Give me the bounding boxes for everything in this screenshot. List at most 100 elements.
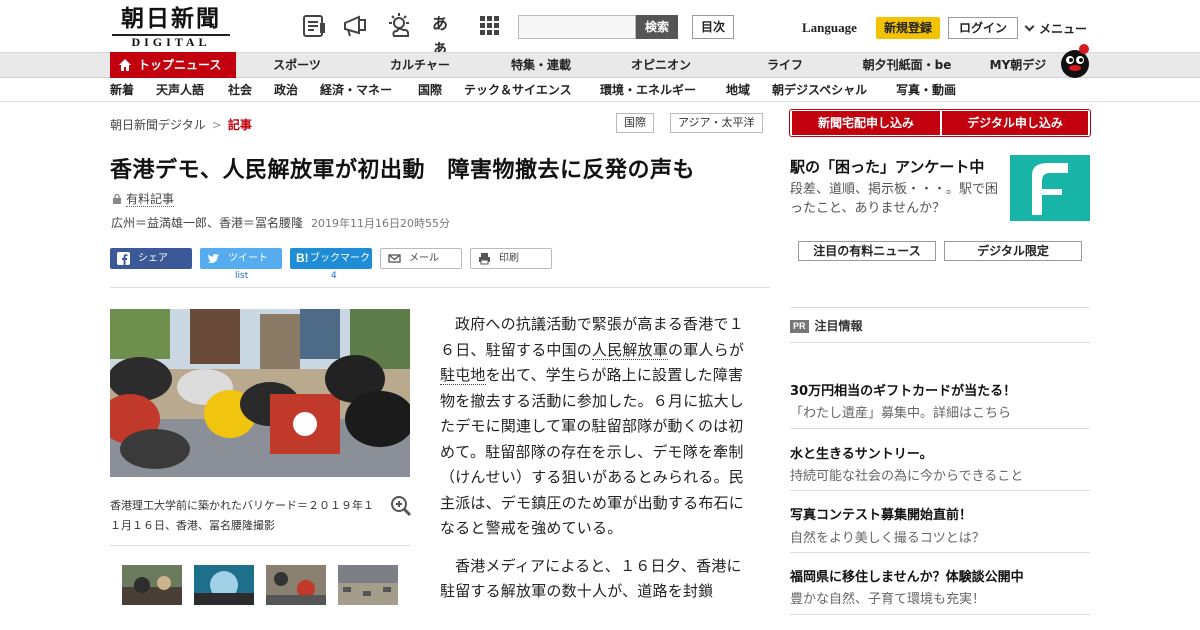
hatena-bookmark-button[interactable]: B! ブックマーク [290,248,372,269]
nav2-item-economy[interactable]: 経済・マネー [320,78,392,102]
promo-subtitle[interactable]: 豊かな自然、子育て環境も充実！ [790,588,985,607]
nav2-item-tenseijingo[interactable]: 天声人語 [156,78,204,102]
grid-icon[interactable] [476,12,504,40]
photo-thumbnail[interactable] [338,565,398,605]
primary-nav: トップニュース スポーツ カルチャー 特集・連載 オピニオン ライフ 朝夕刊紙面… [0,52,1200,79]
nav-top-news-label: トップニュース [138,58,222,72]
print-button[interactable]: 印刷 [470,248,552,269]
article-paragraph: 政府への抗議活動で緊張が高まる香港で１６日、駐留する中国の人民解放軍の軍人らが駐… [440,312,750,542]
nav2-item-society[interactable]: 社会 [228,78,252,102]
article-date: 2019年11月16日20時55分 [311,217,450,230]
zoom-icon[interactable] [390,495,412,517]
facebook-share-button[interactable]: シェア [110,248,192,269]
promo-title[interactable]: 写真コンテスト募集開始直前！ [790,504,972,523]
search-input[interactable] [518,15,636,39]
photo-caption: 香港理工大学前に築かれたバリケード＝２０１９年１１月１６日、香港、冨名腰隆撮影 [110,499,374,532]
sidebar-divider [790,307,1090,308]
digital-signup-button[interactable]: デジタル申し込み [942,111,1088,135]
promo-title[interactable]: 福岡県に移住しませんか？体験談公開中 [790,566,1024,585]
breadcrumb-home[interactable]: 朝日新聞デジタル [110,118,206,132]
nav-item-sports[interactable]: スポーツ [260,53,334,78]
nav2-item-politics[interactable]: 政治 [274,78,298,102]
nav2-item-tech[interactable]: テック＆サイエンス [464,78,572,102]
promo-divider [790,428,1090,429]
article-authors: 広州＝益満雄一郎、香港＝冨名腰隆 [111,216,304,230]
thumbnail-image [122,565,182,605]
nav-top-news[interactable]: トップニュース [110,52,236,79]
breadcrumb-current: 記事 [227,118,252,132]
nav-item-culture[interactable]: カルチャー [378,53,462,78]
digital-exclusive-button[interactable]: デジタル限定 [944,241,1082,261]
promo-subtitle[interactable]: 持続可能な社会の為に今からできること [790,465,1023,484]
mail-share-button[interactable]: メール [380,248,462,269]
twitter-count[interactable]: list [235,271,248,281]
hatena-icon: B! [296,251,309,265]
weather-icon[interactable] [386,12,414,40]
barricade-photo [110,309,410,477]
tag-international[interactable]: 国際 [616,113,654,133]
caption-divider [110,545,410,546]
asahi-digital-logo[interactable]: 朝日新聞 DIGITAL [112,5,230,49]
nav-item-features[interactable]: 特集・連載 [500,53,582,78]
menu-button[interactable]: メニュー [1024,20,1088,37]
tag-asia-pacific[interactable]: アジア・太平洋 [670,113,763,133]
nav2-item-photo-video[interactable]: 写真・動画 [896,78,956,102]
promo-title[interactable]: 30万円相当のギフトカードが当たる！ [790,380,1016,399]
secondary-nav: 新着 天声人語 社会 政治 経済・マネー 国際 テック＆サイエンス 環境・エネル… [0,78,1200,102]
article-paragraph: 香港メディアによると、１６日夕、香港に駐留する解放軍の数十人が、道路を封鎖 [440,556,742,601]
logo-subtitle: DIGITAL [112,34,230,49]
nav2-item-international[interactable]: 国際 [418,78,442,102]
nav-item-life[interactable]: ライフ [752,53,818,78]
nav-item-opinion[interactable]: オピニオン [620,53,702,78]
newspaper-icon[interactable] [300,12,328,40]
face-logo-icon [1032,163,1068,215]
nav2-item-special[interactable]: 朝デジスペシャル [772,78,867,102]
paragraph-text: を出て、学生らが路上に設置した障害物を撤去する活動に参加した。６月に拡大したデモ… [440,366,745,537]
logo-title: 朝日新聞 [121,5,221,32]
toc-button[interactable]: 目次 [692,15,734,39]
article-photo[interactable] [110,309,410,477]
search-button[interactable]: 検索 [636,15,678,39]
home-delivery-signup-button[interactable]: 新聞宅配申し込み [792,111,940,135]
nav-item-paper[interactable]: 朝夕刊紙面・be [854,53,960,78]
nav2-item-region[interactable]: 地域 [726,78,750,102]
menu-label: メニュー [1039,22,1088,36]
survey-text[interactable]: 段差、道順、掲示板・・・。駅で困ったこと、ありませんか？ [790,180,1004,218]
mail-icon [388,254,401,263]
thumbnail-image [194,565,254,605]
nav-item-my-asadigi[interactable]: MY朝デジ [982,53,1054,78]
register-button[interactable]: 新規登録 [876,17,940,39]
paragraph-text: の軍人らが [668,340,745,359]
photo-thumbnail[interactable] [122,565,182,605]
article-body: 政府への抗議活動で緊張が高まる香港で１６日、駐留する中国の人民解放軍の軍人らが駐… [440,312,750,617]
promo-title[interactable]: 水と生きるサントリー。 [790,443,933,462]
breadcrumb: 朝日新聞デジタル > 記事 [110,116,252,133]
survey-title[interactable]: 駅の「困った」アンケート中 [790,156,984,177]
promo-subtitle[interactable]: 「わたし遺産」募集中。詳細はこちら [790,402,1011,421]
twitter-share-label: ツイート [228,253,268,264]
pr-badge: PR [790,320,809,333]
chevron-down-icon [1024,21,1035,32]
pr-section-heading: PR 注目情報 [790,317,863,334]
promo-subtitle[interactable]: 自然をより美しく撮るコツとは？ [790,527,985,546]
photo-thumbnail[interactable] [194,565,254,605]
language-link[interactable]: Language [802,20,857,36]
login-button[interactable]: ログイン [948,17,1018,39]
paid-article-label[interactable]: 有料記事 [126,192,175,207]
mail-share-label: メール [409,253,439,264]
featured-paid-news-button[interactable]: 注目の有料ニュース [798,241,936,261]
font-size-icon[interactable]: あぁ [432,12,460,57]
keyword-link-pla[interactable]: 人民解放軍 [592,340,669,360]
share-divider [110,287,770,288]
thumbnail-image [266,565,326,605]
print-icon [479,253,490,265]
keyword-link-garrison[interactable]: 駐屯地 [440,366,486,385]
home-icon [119,59,131,71]
nav2-item-latest[interactable]: 新着 [110,78,134,102]
hatena-count[interactable]: 4 [331,271,337,281]
photo-thumbnail[interactable] [266,565,326,605]
twitter-share-button[interactable]: ツイート [200,248,282,269]
survey-banner[interactable] [1010,155,1090,221]
megaphone-icon[interactable] [341,12,369,40]
nav2-item-environment[interactable]: 環境・エネルギー [600,78,696,102]
